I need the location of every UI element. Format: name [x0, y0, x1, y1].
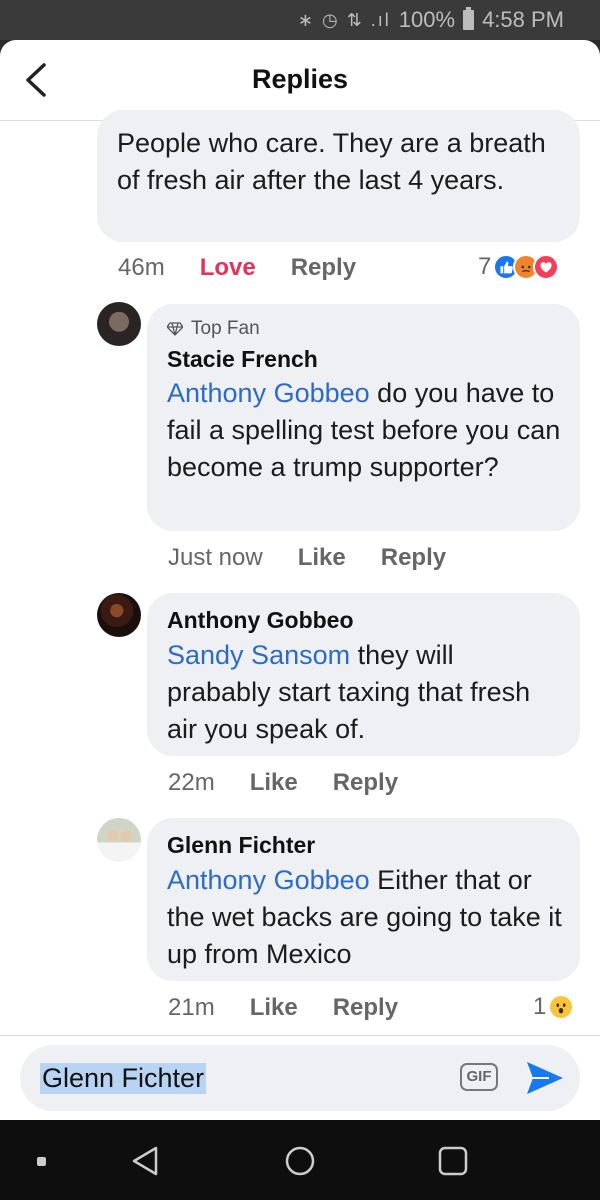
reaction-count: 1: [533, 993, 547, 1020]
page-title: Replies: [251, 64, 349, 94]
send-icon[interactable]: [525, 1060, 565, 1096]
top-fan-badge: Top Fan: [167, 318, 260, 340]
avatar[interactable]: [97, 302, 141, 346]
comment-bubble[interactable]: People who care. They are a breath of fr…: [97, 110, 580, 242]
wow-reaction-icon: [548, 994, 575, 1020]
comment-text: Anthony Gobbeo Either that or the wet ba…: [167, 862, 567, 973]
reply-button[interactable]: Reply: [381, 544, 446, 572]
comment-bubble[interactable]: Anthony Gobbeo Sandy Sansom they will pr…: [147, 593, 580, 756]
mention-link[interactable]: Anthony Gobbeo: [167, 378, 370, 408]
back-nav-icon[interactable]: [130, 1145, 160, 1177]
home-nav-icon[interactable]: [284, 1145, 316, 1177]
comment-time: Just now: [168, 544, 263, 571]
comment-time: 22m: [168, 769, 215, 796]
comment-time: 46m: [118, 254, 165, 281]
love-reaction-icon: [533, 254, 560, 280]
reaction-summary[interactable]: 1: [533, 993, 575, 1021]
navigation-bar: [0, 1120, 600, 1200]
reply-button[interactable]: Reply: [333, 994, 398, 1022]
comment-meta: Just now Like Reply: [168, 544, 446, 572]
avatar[interactable]: [97, 818, 141, 862]
comment-bubble[interactable]: Top Fan Stacie French Anthony Gobbeo do …: [147, 304, 580, 531]
gif-button[interactable]: GIF: [460, 1063, 498, 1091]
mention-link[interactable]: Sandy Sansom: [167, 640, 350, 670]
status-icons: ∗ ◷ ⇅ .ıl: [297, 9, 391, 30]
comment-time: 21m: [168, 994, 215, 1021]
reply-input-value: Glenn Fichter: [40, 1063, 207, 1094]
comment-bubble[interactable]: Glenn Fichter Anthony Gobbeo Either that…: [147, 818, 580, 981]
avatar[interactable]: [97, 593, 141, 637]
like-button[interactable]: Like: [250, 994, 298, 1022]
header: Replies: [0, 40, 600, 121]
reply-input[interactable]: Glenn Fichter GIF: [20, 1045, 580, 1111]
reply-composer: Glenn Fichter GIF: [0, 1035, 600, 1120]
comment-meta: 46m Love Reply: [118, 254, 356, 282]
reaction-summary[interactable]: 7: [478, 253, 560, 281]
battery-percent: 100%: [398, 7, 456, 32]
comment-author[interactable]: Glenn Fichter: [167, 832, 315, 859]
mention-link[interactable]: Anthony Gobbeo: [167, 865, 370, 895]
clock: 4:58 PM: [482, 7, 564, 32]
diamond-icon: [167, 322, 183, 336]
battery-icon: [463, 7, 475, 30]
replies-sheet: Replies People who care. They are a brea…: [0, 40, 600, 1120]
comment-text: Anthony Gobbeo do you have to fail a spe…: [167, 375, 567, 486]
reply-button[interactable]: Reply: [291, 254, 356, 282]
comment-body: People who care. They are a breath of fr…: [117, 128, 546, 195]
overview-nav-icon[interactable]: [438, 1146, 468, 1176]
like-button[interactable]: Like: [298, 544, 346, 572]
comment-text: Sandy Sansom they will prabably start ta…: [167, 637, 557, 748]
comment-meta: 21m Like Reply: [168, 994, 398, 1022]
reply-button[interactable]: Reply: [333, 769, 398, 797]
recents-dot-icon[interactable]: [37, 1157, 46, 1166]
love-reaction-button[interactable]: Love: [200, 254, 256, 282]
comment-author[interactable]: Anthony Gobbeo: [167, 607, 354, 634]
comment-meta: 22m Like Reply: [168, 769, 398, 797]
reaction-count: 7: [478, 253, 492, 280]
comment-author[interactable]: Stacie French: [167, 346, 318, 373]
like-button[interactable]: Like: [250, 769, 298, 797]
status-bar: ∗ ◷ ⇅ .ıl 100% 4:58 PM: [0, 0, 600, 40]
badge-label: Top Fan: [191, 318, 260, 339]
